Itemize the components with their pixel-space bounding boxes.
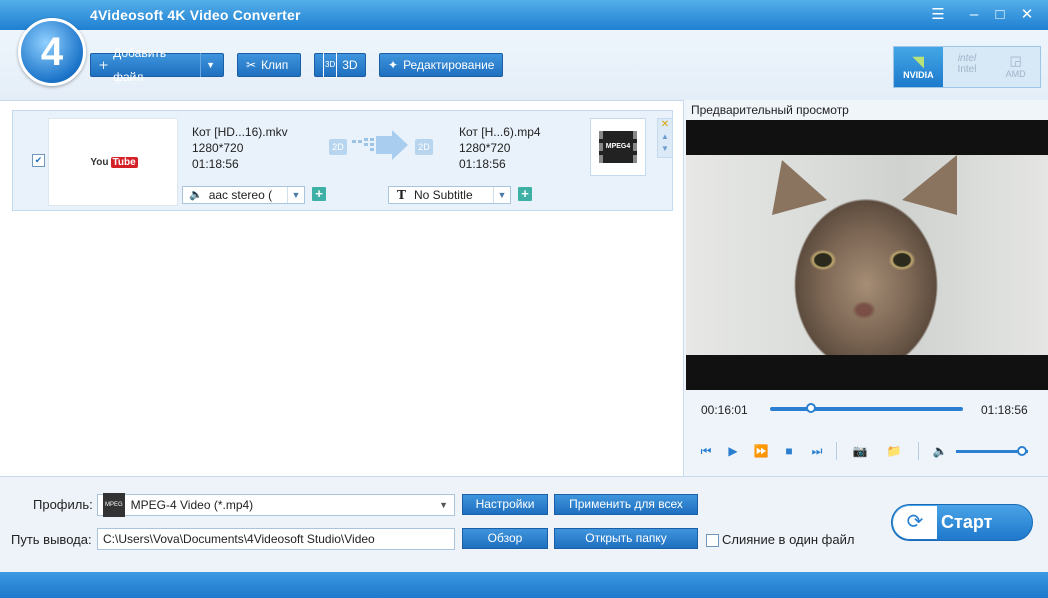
seek-handle[interactable] — [805, 403, 816, 413]
speaker-icon: 🔈 — [189, 188, 203, 201]
gpu-intel[interactable]: intel Intel — [943, 47, 992, 87]
merge-label: Слияние в один файл — [722, 532, 855, 547]
minimize-button[interactable]: – — [962, 5, 986, 25]
convert-arrow-icon — [352, 130, 408, 160]
skip-back-icon[interactable]: ⏮ — [697, 442, 715, 460]
stop-icon[interactable]: ■ — [780, 442, 798, 460]
skip-forward-icon[interactable]: ⏭ — [808, 442, 826, 460]
mpeg4-format-icon: MPEG4 — [599, 131, 637, 163]
remove-item-icon[interactable]: ✕ — [658, 119, 672, 131]
app-title: 4Videosoft 4K Video Converter — [90, 7, 301, 23]
close-button[interactable]: ✕ — [1015, 5, 1039, 25]
add-audio-button[interactable]: + — [312, 187, 326, 201]
edit-label: Редактирование — [403, 58, 495, 72]
start-label: Старт — [941, 512, 993, 532]
add-subtitle-button[interactable]: + — [518, 187, 532, 201]
source-duration: 01:18:56 — [192, 157, 239, 171]
chevron-down-icon: ▼ — [439, 500, 448, 510]
divider — [918, 442, 919, 460]
refresh-icon: ⟳ — [893, 506, 937, 539]
gpu-nvidia[interactable]: ◥ NVIDIA — [894, 47, 943, 87]
youtube-logo: You Tube — [90, 156, 138, 168]
add-file-icon: 🞣 — [99, 58, 109, 72]
target-duration: 01:18:56 — [459, 157, 506, 171]
target-info: Кот [H...6).mp4 1280*720 01:18:56 — [459, 124, 541, 172]
source-info: Кот [HD...16).mkv 1280*720 01:18:56 — [192, 124, 288, 172]
target-resolution: 1280*720 — [459, 141, 511, 155]
output-format-button[interactable]: MPEG4 — [590, 118, 646, 176]
fast-forward-icon[interactable]: ⏩ — [752, 442, 770, 460]
profile-value: MPEG-4 Video (*.mp4) — [130, 498, 254, 512]
merge-checkbox[interactable] — [706, 534, 719, 547]
profile-select[interactable]: MPEG MPEG-4 Video (*.mp4) ▼ — [97, 493, 455, 517]
folder-icon[interactable]: 📁 — [885, 442, 903, 460]
gpu-amd[interactable]: ◲ AMD — [991, 47, 1040, 87]
preview-label: Предварительный просмотр — [691, 103, 849, 117]
mpeg-icon: MPEG — [103, 493, 125, 517]
file-thumbnail[interactable]: You Tube — [48, 118, 178, 206]
camera-icon[interactable]: 📷 — [851, 442, 869, 460]
sparkle-icon: ✦ — [388, 58, 399, 72]
clip-label: Клип — [261, 58, 289, 72]
settings-button[interactable]: Настройки — [462, 494, 548, 515]
play-icon[interactable]: ▶ — [724, 442, 742, 460]
3d-button[interactable]: 3D 3D — [314, 52, 366, 78]
open-folder-button[interactable]: Открыть папку — [554, 528, 698, 549]
add-file-button[interactable]: 🞣 Добавить файл ▼ — [90, 46, 224, 84]
amd-icon: ◲ — [1009, 53, 1022, 68]
add-file-label: Добавить файл — [113, 46, 167, 84]
scissors-icon: ✂ — [246, 58, 257, 72]
app-logo: 4 — [18, 18, 86, 86]
total-time: 01:18:56 — [981, 403, 1028, 417]
output-label: Путь вывода: — [11, 532, 92, 547]
divider — [836, 442, 837, 460]
audio-track-value: aac stereo ( — [208, 187, 273, 202]
output-path-field[interactable]: C:\Users\Vova\Documents\4Videosoft Studi… — [97, 528, 455, 550]
menu-icon[interactable]: ☰ — [926, 5, 950, 25]
item-side-controls: ✕ ▲ ▼ — [657, 118, 673, 158]
move-down-icon[interactable]: ▼ — [658, 143, 672, 155]
audio-track-select[interactable]: 🔈 aac stereo ( ▼ — [182, 186, 305, 204]
apply-all-button[interactable]: Применить для всех — [554, 494, 698, 515]
target-filename: Кот [H...6).mp4 — [459, 125, 541, 139]
source-resolution: 1280*720 — [192, 141, 244, 155]
maximize-button[interactable]: □ — [988, 5, 1012, 25]
subtitle-value: No Subtitle — [413, 187, 473, 202]
seek-bar[interactable] — [770, 407, 963, 411]
target-2d-badge: 2D — [415, 139, 433, 155]
intel-icon: intel — [957, 53, 977, 64]
browse-button[interactable]: Обзор — [462, 528, 548, 549]
chevron-down-icon: ▼ — [287, 187, 304, 203]
3d-icon: 3D — [323, 52, 338, 78]
file-checkbox[interactable]: ✔ — [32, 154, 45, 167]
edit-button[interactable]: ✦ Редактирование — [379, 53, 503, 77]
chevron-down-icon: ▼ — [493, 187, 510, 203]
source-2d-badge: 2D — [329, 139, 347, 155]
volume-icon[interactable]: 🔈 — [931, 442, 949, 460]
current-time: 00:16:01 — [701, 403, 748, 417]
clip-button[interactable]: ✂ Клип — [237, 53, 301, 77]
text-icon: T — [397, 187, 406, 202]
subtitle-select[interactable]: T No Subtitle ▼ — [388, 186, 511, 204]
source-filename: Кот [HD...16).mkv — [192, 125, 288, 139]
move-up-icon[interactable]: ▲ — [658, 131, 672, 143]
status-bar — [0, 572, 1048, 598]
profile-label: Профиль: — [33, 497, 93, 512]
add-file-dropdown-icon[interactable]: ▼ — [200, 53, 215, 77]
3d-label: 3D — [342, 58, 358, 72]
preview-frame-detail — [772, 155, 957, 215]
gpu-acceleration: ◥ NVIDIA intel Intel ◲ AMD — [893, 46, 1041, 88]
nvidia-icon: ◥ — [912, 53, 924, 69]
